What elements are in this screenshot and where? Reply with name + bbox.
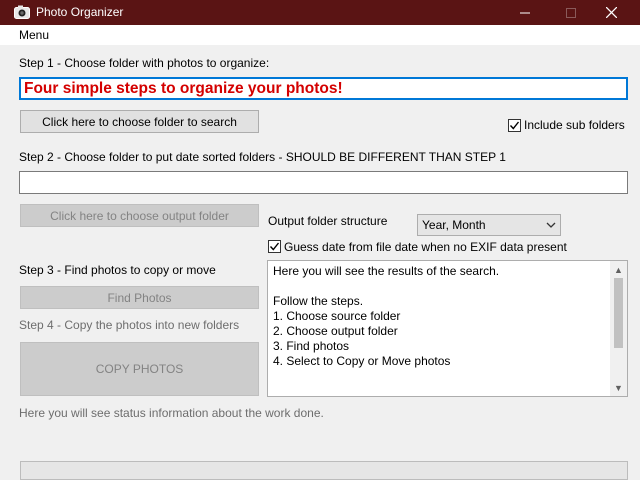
minimize-icon <box>520 12 530 13</box>
include-sub-folders-checkbox[interactable] <box>508 119 521 132</box>
choose-output-folder-button[interactable]: Click here to choose output folder <box>20 204 259 227</box>
results-textarea[interactable]: Here you will see the results of the sea… <box>267 260 628 397</box>
step4-label: Step 4 - Copy the photos into new folder… <box>19 318 240 332</box>
window-title: Photo Organizer <box>36 5 124 19</box>
step3-label: Step 3 - Find photos to copy or move <box>19 263 216 277</box>
menu-item-menu[interactable]: Menu <box>19 28 49 42</box>
choose-source-folder-button[interactable]: Click here to choose folder to search <box>20 110 259 133</box>
output-structure-label: Output folder structure <box>268 214 388 228</box>
step2-label: Step 2 - Choose folder to put date sorte… <box>19 150 506 164</box>
scroll-thumb[interactable] <box>614 278 623 348</box>
output-structure-select[interactable]: Year, Month <box>417 214 561 236</box>
close-icon <box>605 7 617 18</box>
output-folder-field[interactable] <box>19 171 628 194</box>
chevron-down-icon <box>546 222 556 228</box>
menu-bar: Menu <box>0 25 640 45</box>
maximize-icon <box>566 7 576 18</box>
title-bar[interactable]: Photo Organizer <box>0 0 640 25</box>
status-text: Here you will see status information abo… <box>19 406 324 420</box>
copy-photos-button[interactable]: COPY PHOTOS <box>20 342 259 396</box>
results-scrollbar[interactable]: ▲ ▼ <box>610 261 627 396</box>
intro-text: Four simple steps to organize your photo… <box>24 80 343 97</box>
find-photos-button[interactable]: Find Photos <box>20 286 259 309</box>
step1-label: Step 1 - Choose folder with photos to or… <box>19 56 270 70</box>
checkmark-icon <box>269 242 280 251</box>
checkmark-icon <box>509 121 520 130</box>
progress-bar <box>20 461 628 480</box>
include-sub-folders-label: Include sub folders <box>524 118 625 132</box>
scroll-down-icon[interactable]: ▼ <box>610 379 627 396</box>
output-structure-value: Year, Month <box>422 218 486 232</box>
guess-date-label: Guess date from file date when no EXIF d… <box>284 240 567 254</box>
scroll-up-icon[interactable]: ▲ <box>610 261 627 278</box>
camera-icon <box>14 5 30 19</box>
close-button[interactable] <box>588 0 634 25</box>
minimize-button[interactable] <box>502 0 548 25</box>
source-folder-field[interactable]: Four simple steps to organize your photo… <box>19 77 628 100</box>
results-text: Here you will see the results of the sea… <box>273 264 500 368</box>
guess-date-checkbox[interactable] <box>268 240 281 253</box>
